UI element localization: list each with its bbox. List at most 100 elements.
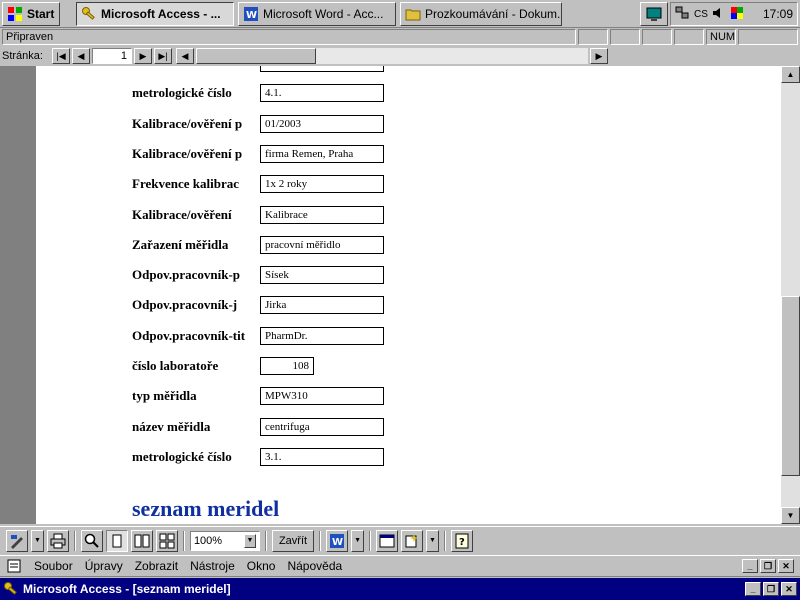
status-cell	[674, 29, 704, 45]
help-button[interactable]: ?	[450, 529, 473, 552]
taskbar-button-label: Microsoft Access - ...	[101, 7, 221, 21]
minimize-icon: _	[747, 561, 753, 571]
window-title: Microsoft Access - [seznam meridel]	[23, 582, 231, 596]
field-label: Frekvence kalibrac	[132, 176, 239, 191]
app-minimize-button[interactable]: _	[745, 582, 761, 596]
print-button[interactable]	[46, 529, 69, 552]
new-object-dropdown[interactable]: ▼	[426, 529, 439, 552]
taskbar-button-label: Microsoft Word - Acc...	[263, 7, 384, 21]
language-indicator[interactable]: CS	[694, 9, 708, 20]
field-value: Sísek	[260, 266, 384, 284]
desktop-icon	[646, 6, 662, 22]
start-label: Start	[27, 7, 55, 21]
doc-minimize-button[interactable]: _	[742, 559, 758, 573]
field-label: Odpov.pracovník-tit	[132, 328, 246, 343]
zoom-value: 100%	[193, 534, 223, 547]
zoom-select[interactable]: 100% ▼	[189, 530, 260, 551]
status-cell	[642, 29, 672, 45]
office-links-dropdown[interactable]: ▼	[351, 529, 364, 552]
help-icon: ?	[454, 533, 470, 549]
menu-file[interactable]: Soubor	[34, 559, 73, 573]
office-links-button[interactable]: W	[326, 529, 349, 552]
field-value: pracovní měřidlo	[260, 236, 384, 254]
chevron-down-icon[interactable]: ▼	[243, 533, 256, 548]
key-icon[interactable]	[3, 581, 19, 597]
field-value: centrifuga	[260, 418, 384, 436]
field-value: firma Remen, Praha	[260, 145, 384, 163]
title-bar: Microsoft Access - [seznam meridel] _ ❐ …	[0, 578, 800, 600]
status-bar: Připraven NUM	[0, 28, 800, 46]
dropdown-arrow-icon: ▼	[429, 537, 436, 544]
start-button[interactable]: Start	[2, 2, 60, 26]
field-label: Odpov.pracovník-j	[132, 297, 238, 312]
vertical-scrollbar[interactable]: ▲ ▼	[781, 66, 800, 524]
page-navigator: Stránka: |◀ ◀ 1 ▶ ▶| ◀ ▶	[0, 47, 800, 65]
word-link-icon: W	[329, 533, 345, 549]
field-label: metrologické číslo	[132, 85, 232, 100]
field-label: Kalibrace/ověření	[132, 207, 232, 222]
field-label: číslo laboratoře	[132, 358, 219, 373]
menu-tools[interactable]: Nástroje	[190, 559, 235, 573]
document-window-controls: _ ❐ ✕	[742, 559, 794, 573]
app-restore-button[interactable]: ❐	[763, 582, 779, 596]
design-view-icon	[9, 533, 25, 549]
status-cell	[578, 29, 608, 45]
page-number-input[interactable]: 1	[92, 48, 132, 64]
dropdown-arrow-icon: ▼	[354, 537, 361, 544]
database-window-icon	[379, 533, 395, 549]
word-icon: W	[243, 6, 259, 22]
field-value: 01/2003	[260, 115, 384, 133]
report-title: seznam meridel	[132, 496, 280, 521]
menu-help[interactable]: Nápověda	[287, 559, 342, 573]
database-window-button[interactable]	[376, 529, 398, 552]
zoom-button[interactable]	[80, 529, 103, 552]
restore-icon: ❐	[766, 583, 776, 594]
report-page: metrologické číslo 4.1. Kalibrace/ověření …	[36, 66, 781, 524]
field-label: metrologické číslo	[132, 449, 232, 464]
quicklaunch-button[interactable]	[640, 2, 668, 26]
doc-restore-button[interactable]: ❐	[760, 559, 776, 573]
one-page-button[interactable]	[105, 529, 128, 552]
field-value: Kalibrace	[260, 206, 384, 224]
flag-icon[interactable]	[730, 6, 746, 22]
app-close-button[interactable]: ✕	[781, 582, 797, 596]
scroll-left-button[interactable]: ◀	[176, 48, 194, 64]
speaker-icon[interactable]	[711, 6, 727, 22]
status-cell	[610, 29, 640, 45]
view-dropdown-button[interactable]: ▼	[31, 529, 44, 552]
horizontal-scroll-thumb[interactable]	[196, 48, 316, 64]
page-label: Stránka:	[2, 50, 43, 62]
menu-view[interactable]: Zobrazit	[135, 559, 178, 573]
two-pages-button[interactable]	[130, 529, 153, 552]
taskbar-button-word[interactable]: W Microsoft Word - Acc...	[238, 2, 396, 26]
taskbar-button-access[interactable]: Microsoft Access - ...	[76, 2, 234, 26]
last-page-button[interactable]: ▶|	[154, 48, 172, 64]
view-button[interactable]	[6, 529, 28, 552]
clock[interactable]: 17:09	[763, 7, 793, 21]
taskbar-button-explorer[interactable]: Prozkoumávání - Dokum...	[400, 2, 562, 26]
field-label: Kalibrace/ověření p	[132, 146, 243, 161]
new-object-button[interactable]	[401, 529, 423, 552]
menu-window[interactable]: Okno	[247, 559, 276, 573]
network-icon[interactable]	[675, 6, 691, 22]
close-preview-button[interactable]: Zavřít	[271, 529, 315, 552]
horizontal-scrollbar[interactable]	[196, 48, 588, 64]
key-icon	[81, 6, 97, 22]
report-document-icon[interactable]	[6, 558, 22, 574]
field-value: 1x 2 roky	[260, 175, 384, 193]
menu-edit[interactable]: Úpravy	[85, 559, 123, 573]
field-value: MPW310	[260, 387, 384, 405]
field-value: 4.1.	[260, 84, 384, 102]
next-page-button[interactable]: ▶	[134, 48, 152, 64]
first-page-button[interactable]: |◀	[52, 48, 70, 64]
scroll-up-button[interactable]: ▲	[781, 66, 800, 83]
scroll-right-button[interactable]: ▶	[590, 48, 608, 64]
toolbar-separator	[319, 530, 322, 551]
prev-page-button[interactable]: ◀	[72, 48, 90, 64]
vertical-scroll-thumb[interactable]	[781, 296, 800, 476]
field-value: 108	[260, 357, 314, 375]
scroll-down-button[interactable]: ▼	[781, 507, 800, 524]
doc-close-button[interactable]: ✕	[778, 559, 794, 573]
taskbar: Start Microsoft Access - ... W Microsoft…	[0, 0, 800, 28]
multiple-pages-button[interactable]	[155, 529, 178, 552]
